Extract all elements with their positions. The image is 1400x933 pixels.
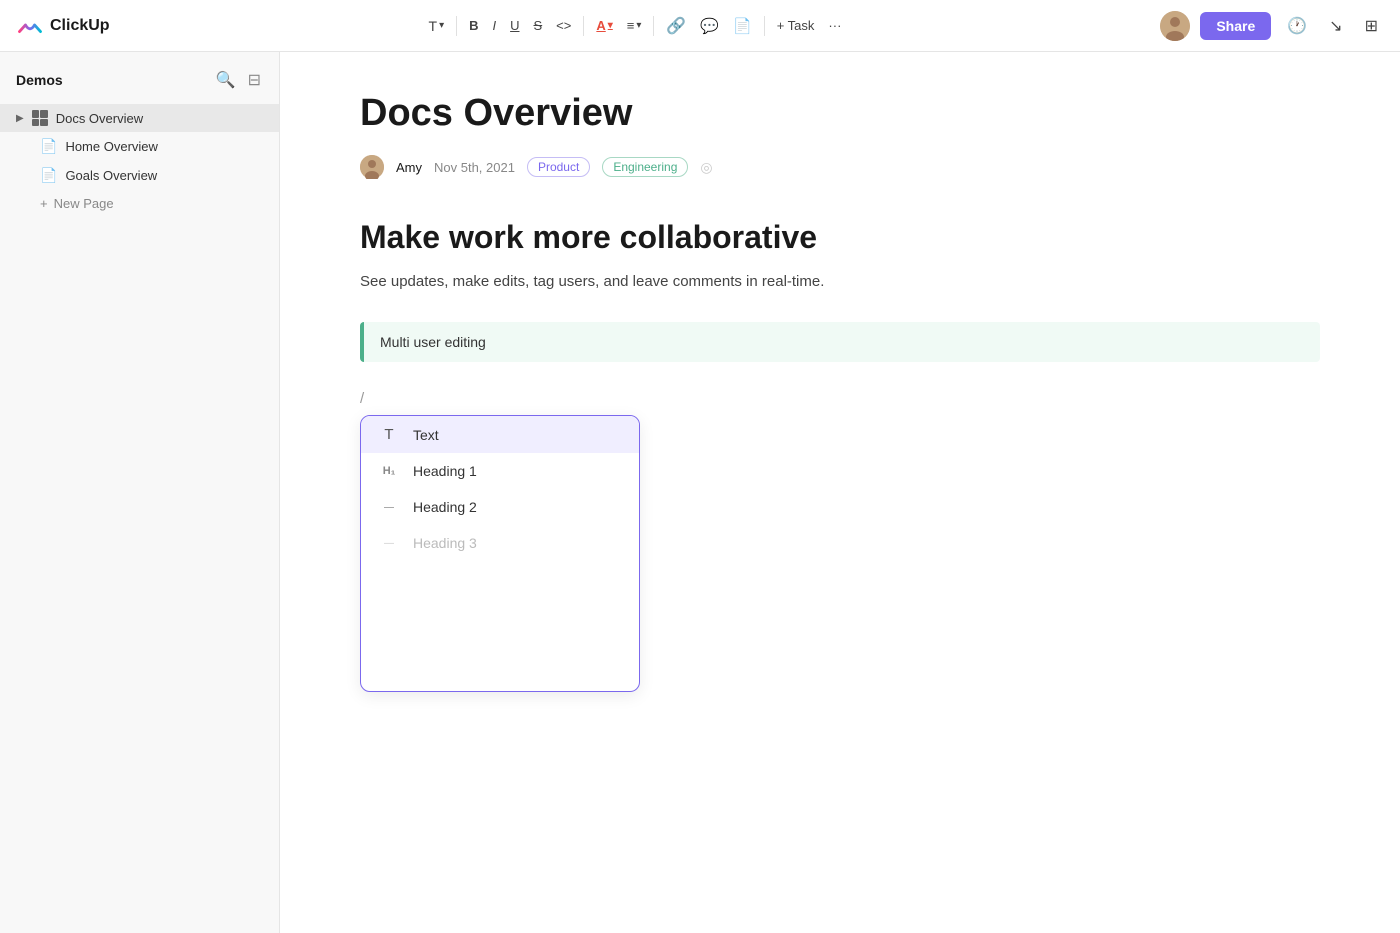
dropdown-label-heading2: Heading 2 xyxy=(413,499,477,515)
layout-button[interactable]: ⊞ xyxy=(1359,12,1384,40)
tag-product[interactable]: Product xyxy=(527,157,590,177)
text-type-icon: T xyxy=(377,426,401,443)
sidebar-header-icons: 🔍 ⊟ xyxy=(214,68,263,92)
doc-subtitle: See updates, make edits, tag users, and … xyxy=(360,270,1320,294)
sidebar-item-goals-overview[interactable]: 📄 Goals Overview xyxy=(0,161,279,190)
dropdown-item-text[interactable]: T Text xyxy=(361,416,639,453)
strikethrough-button[interactable]: S xyxy=(528,14,549,37)
main-content: Docs Overview Amy Nov 5th, 2021 Product … xyxy=(280,52,1400,933)
main-layout: Demos 🔍 ⊟ ▶ Docs Overview 📄 Home Overvie… xyxy=(0,52,1400,933)
bold-button[interactable]: B xyxy=(463,14,484,37)
tags-settings-icon[interactable]: ◎ xyxy=(700,159,712,176)
sidebar-label-docs-overview: Docs Overview xyxy=(56,111,143,126)
blockquote: Multi user editing xyxy=(360,322,1320,362)
sidebar-collapse-button[interactable]: ⊟ xyxy=(246,68,263,92)
text-style-chevron: ▾ xyxy=(439,20,444,31)
sidebar: Demos 🔍 ⊟ ▶ Docs Overview 📄 Home Overvie… xyxy=(0,52,280,933)
color-button[interactable]: A ▾ xyxy=(590,14,618,37)
new-page-plus-icon: + xyxy=(40,196,48,211)
dropdown-item-heading2[interactable]: — Heading 2 xyxy=(361,489,639,525)
clickup-logo[interactable]: ClickUp xyxy=(16,12,110,40)
author-name: Amy xyxy=(396,160,422,175)
comment-button[interactable]: 💬 xyxy=(694,13,725,39)
author-avatar xyxy=(360,155,384,179)
separator-2 xyxy=(583,16,584,36)
doc-title: Docs Overview xyxy=(360,92,1320,135)
sidebar-chevron-docs: ▶ xyxy=(16,113,24,124)
share-button[interactable]: Share xyxy=(1200,12,1271,40)
tag-engineering[interactable]: Engineering xyxy=(602,157,688,177)
dropdown-item-heading3[interactable]: — Heading 3 xyxy=(361,525,639,561)
align-button[interactable]: ≡ ▾ xyxy=(621,14,648,37)
toolbar-right: Share 🕐 ↘ ⊞ xyxy=(1160,11,1384,41)
dropdown-label-heading1: Heading 1 xyxy=(413,463,477,479)
dropdown-item-heading1[interactable]: H₁ Heading 1 xyxy=(361,453,639,489)
toolbar: ClickUp T ▾ B I U S <> A ▾ ≡ ▾ xyxy=(0,0,1400,52)
doc-meta: Amy Nov 5th, 2021 Product Engineering ◎ xyxy=(360,155,1320,179)
user-avatar[interactable] xyxy=(1160,11,1190,41)
separator-1 xyxy=(456,16,457,36)
code-button[interactable]: <> xyxy=(550,14,577,37)
italic-button[interactable]: I xyxy=(486,14,502,37)
doc-date: Nov 5th, 2021 xyxy=(434,160,515,175)
doc-button[interactable]: 📄 xyxy=(727,13,758,39)
dropdown-empty-space xyxy=(361,561,639,691)
app-name: ClickUp xyxy=(50,17,110,35)
home-overview-doc-icon: 📄 xyxy=(40,138,57,155)
separator-3 xyxy=(653,16,654,36)
align-chevron: ▾ xyxy=(636,20,641,31)
separator-4 xyxy=(764,16,765,36)
history-button[interactable]: 🕐 xyxy=(1281,12,1313,40)
export-button[interactable]: ↘ xyxy=(1323,12,1348,40)
toolbar-left: ClickUp xyxy=(16,12,110,40)
more-button[interactable]: ··· xyxy=(822,14,847,37)
sidebar-item-docs-overview[interactable]: ▶ Docs Overview xyxy=(0,104,279,132)
toolbar-center: T ▾ B I U S <> A ▾ ≡ ▾ 🔗 💬 📄 xyxy=(423,12,848,40)
sidebar-new-page[interactable]: + New Page xyxy=(0,190,279,217)
add-task-button[interactable]: + Task xyxy=(771,14,821,37)
dropdown-label-text: Text xyxy=(413,427,439,443)
new-page-label: New Page xyxy=(54,196,114,211)
dropdown-label-heading3: Heading 3 xyxy=(413,535,477,551)
goals-overview-doc-icon: 📄 xyxy=(40,167,57,184)
doc-heading: Make work more collaborative xyxy=(360,219,1320,256)
sidebar-label-home-overview: Home Overview xyxy=(65,139,157,154)
slash-indicator: / xyxy=(360,390,1320,407)
text-style-button[interactable]: T ▾ xyxy=(423,14,451,38)
h2-icon: — xyxy=(377,502,401,513)
sidebar-title: Demos xyxy=(16,72,63,88)
sidebar-item-home-overview[interactable]: 📄 Home Overview xyxy=(0,132,279,161)
sidebar-search-button[interactable]: 🔍 xyxy=(214,68,238,92)
blockquote-text: Multi user editing xyxy=(364,322,502,362)
sidebar-label-goals-overview: Goals Overview xyxy=(65,168,157,183)
color-chevron: ▾ xyxy=(608,20,613,31)
h3-icon: — xyxy=(377,538,401,549)
text-style-label: T xyxy=(429,18,438,34)
sidebar-header: Demos 🔍 ⊟ xyxy=(0,64,279,104)
h1-icon: H₁ xyxy=(377,465,401,477)
underline-button[interactable]: U xyxy=(504,14,525,37)
link-button[interactable]: 🔗 xyxy=(660,12,692,40)
block-type-dropdown: T Text H₁ Heading 1 — Heading 2 — Headin… xyxy=(360,415,640,692)
docs-overview-grid-icon xyxy=(32,110,48,126)
